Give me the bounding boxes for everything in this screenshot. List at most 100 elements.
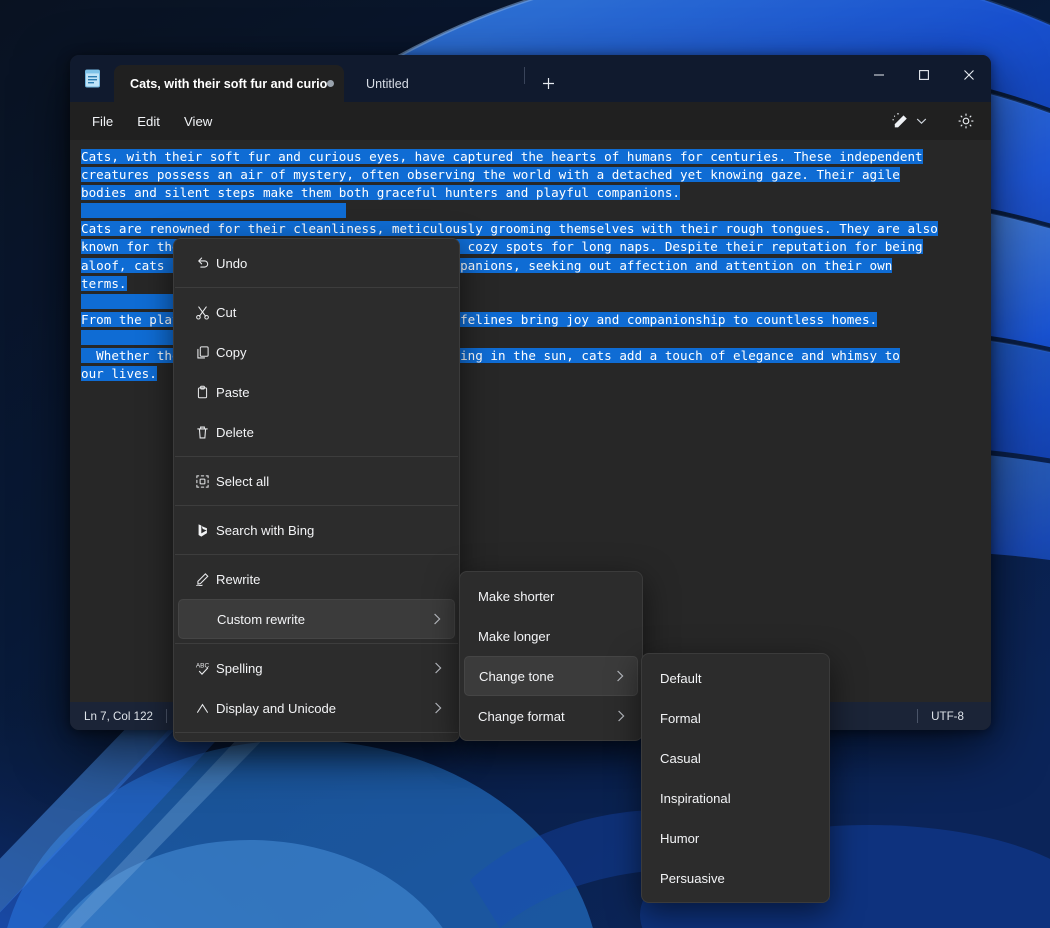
copy-icon bbox=[194, 344, 211, 361]
selected-text: creatures possess an air of mystery, oft… bbox=[81, 167, 900, 182]
menu-separator bbox=[175, 554, 458, 555]
window-controls bbox=[856, 55, 991, 95]
paste-icon bbox=[194, 384, 211, 401]
paste-icon-slot bbox=[188, 384, 216, 401]
chevron-right-icon bbox=[617, 709, 626, 723]
selected-text: terms. bbox=[81, 276, 127, 291]
maximize-button[interactable] bbox=[901, 55, 946, 95]
menu-item-copy[interactable]: Copy bbox=[178, 332, 455, 372]
menu-file[interactable]: File bbox=[80, 107, 125, 135]
submenu-arrow bbox=[612, 709, 626, 723]
selected-text bbox=[81, 203, 346, 218]
submenu-arrow bbox=[429, 701, 443, 715]
settings-button[interactable] bbox=[949, 106, 983, 136]
menu-item-undo[interactable]: Undo bbox=[178, 243, 455, 283]
menu-item-label: Casual bbox=[660, 751, 799, 766]
selected-text: Cats are renowned for their cleanliness,… bbox=[81, 221, 938, 236]
new-tab-button[interactable] bbox=[531, 68, 565, 99]
selected-text: Cats, with their soft fur and curious ey… bbox=[81, 149, 923, 164]
select-all-icon bbox=[194, 473, 211, 490]
cut-icon-slot bbox=[188, 304, 216, 321]
menu-item-humor[interactable]: Humor bbox=[646, 818, 825, 858]
selected-text: our lives. bbox=[81, 366, 157, 381]
menu-view[interactable]: View bbox=[172, 107, 224, 135]
menu-item-paste[interactable]: Paste bbox=[178, 372, 455, 412]
menu-item-persuasive[interactable]: Persuasive bbox=[646, 858, 825, 898]
rewrite-pen-icon-slot bbox=[188, 571, 216, 588]
menu-item-display-and-unicode[interactable]: Display and Unicode bbox=[178, 688, 455, 728]
caret-up-icon bbox=[194, 700, 211, 717]
menu-item-label: Make shorter bbox=[478, 589, 612, 604]
menu-item-label: Select all bbox=[216, 474, 429, 489]
tab-strip: Cats, with their soft fur and curio Unti… bbox=[70, 55, 991, 102]
unsaved-indicator-icon bbox=[327, 80, 334, 87]
menu-item-change-format[interactable]: Change format bbox=[464, 696, 638, 736]
menu-edit[interactable]: Edit bbox=[125, 107, 172, 135]
menu-separator bbox=[175, 643, 458, 644]
menu-item-custom-rewrite[interactable]: Custom rewrite bbox=[178, 599, 455, 639]
copilot-rewrite-button[interactable] bbox=[884, 106, 933, 136]
delete-icon bbox=[194, 424, 211, 441]
cut-icon bbox=[194, 304, 211, 321]
menu-item-search-with-bing[interactable]: Search with Bing bbox=[178, 510, 455, 550]
caret-up-icon-slot bbox=[188, 700, 216, 717]
menu-item-change-tone[interactable]: Change tone bbox=[464, 656, 638, 696]
menu-item-label: Delete bbox=[216, 425, 429, 440]
menu-item-label: Rewrite bbox=[216, 572, 429, 587]
tab-divider bbox=[524, 67, 525, 84]
menu-file-label: File bbox=[92, 114, 113, 129]
submenu-arrow bbox=[428, 612, 442, 626]
notepad-icon-glyph bbox=[84, 69, 101, 88]
menu-item-make-shorter[interactable]: Make shorter bbox=[464, 576, 638, 616]
menu-item-label: Persuasive bbox=[660, 871, 799, 886]
submenu-arrow bbox=[429, 661, 443, 675]
menu-separator bbox=[175, 505, 458, 506]
maximize-icon bbox=[918, 69, 930, 81]
gear-icon bbox=[957, 112, 975, 130]
chevron-right-icon bbox=[433, 612, 442, 626]
menu-item-inspirational[interactable]: Inspirational bbox=[646, 778, 825, 818]
context-menu: Undo CutCopyPaste Delete Select all Search w… bbox=[173, 238, 460, 742]
menu-item-delete[interactable]: Delete bbox=[178, 412, 455, 452]
editor-line bbox=[81, 202, 981, 220]
menu-item-casual[interactable]: Casual bbox=[646, 738, 825, 778]
menu-item-spelling[interactable]: ABCSpelling bbox=[178, 648, 455, 688]
menu-item-rewrite[interactable]: Rewrite bbox=[178, 559, 455, 599]
menu-separator bbox=[175, 456, 458, 457]
chevron-right-icon bbox=[616, 669, 625, 683]
menu-item-default[interactable]: Default bbox=[646, 658, 825, 698]
menu-item-label: Make longer bbox=[478, 629, 612, 644]
undo-icon-slot bbox=[188, 255, 216, 272]
menu-separator bbox=[175, 732, 458, 733]
tab-untitled[interactable]: Untitled bbox=[344, 65, 524, 102]
menu-bar: File Edit View bbox=[70, 102, 991, 140]
undo-icon bbox=[194, 255, 211, 272]
close-button[interactable] bbox=[946, 55, 991, 95]
cursor-position: Ln 7, Col 122 bbox=[84, 710, 166, 723]
menu-edit-label: Edit bbox=[137, 114, 160, 129]
close-icon bbox=[963, 69, 975, 81]
encoding-label[interactable]: UTF-8 bbox=[918, 710, 977, 723]
copy-icon-slot bbox=[188, 344, 216, 361]
minimize-icon bbox=[873, 69, 885, 81]
menu-item-cut[interactable]: Cut bbox=[178, 292, 455, 332]
bing-icon-slot bbox=[188, 522, 216, 539]
copilot-rewrite-icon bbox=[891, 112, 910, 131]
menu-item-label: Custom rewrite bbox=[217, 612, 428, 627]
menu-item-formal[interactable]: Formal bbox=[646, 698, 825, 738]
bing-icon bbox=[194, 522, 211, 539]
menu-item-select-all[interactable]: Select all bbox=[178, 461, 455, 501]
rewrite-pen-icon bbox=[194, 571, 211, 588]
menu-item-label: Change tone bbox=[479, 669, 611, 684]
menu-item-label: Default bbox=[660, 671, 799, 686]
tab-label: Cats, with their soft fur and curio bbox=[130, 77, 327, 91]
menu-item-label: Display and Unicode bbox=[216, 701, 429, 716]
menu-separator bbox=[175, 287, 458, 288]
menu-item-label: Humor bbox=[660, 831, 799, 846]
minimize-button[interactable] bbox=[856, 55, 901, 95]
editor-line: Cats, with their soft fur and curious ey… bbox=[81, 148, 981, 166]
editor-line: Cats are renowned for their cleanliness,… bbox=[81, 220, 981, 238]
abc-check-icon: ABC bbox=[194, 660, 211, 677]
tab-cats[interactable]: Cats, with their soft fur and curio bbox=[114, 65, 344, 102]
menu-item-make-longer[interactable]: Make longer bbox=[464, 616, 638, 656]
